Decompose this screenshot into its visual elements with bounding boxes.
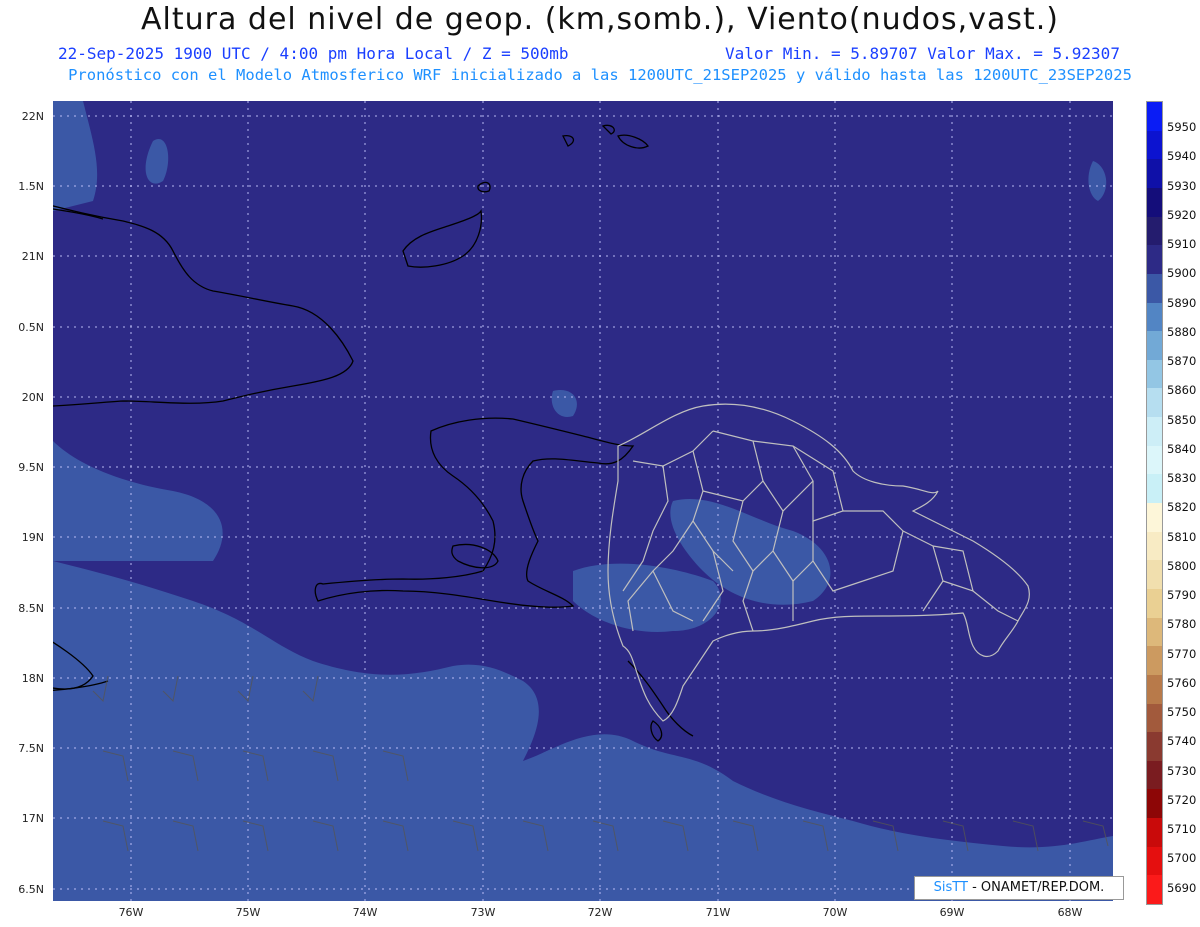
sistt-logo: SisTT <box>933 880 968 895</box>
colorbar-label: 5740 <box>1167 734 1197 749</box>
lon-label: 69W <box>939 906 965 919</box>
credit-box: SisTT - ONAMET/REP.DOM. <box>914 876 1124 900</box>
colorbar-segment <box>1147 159 1162 189</box>
colorbar-label: 5850 <box>1167 412 1197 427</box>
colorbar-segment <box>1147 875 1162 905</box>
lat-label: 8.5N <box>18 602 44 615</box>
chart-title: Altura del nivel de geop. (km,somb.), Vi… <box>141 2 1059 37</box>
colorbar-segment <box>1147 102 1162 132</box>
lat-label: 6.5N <box>18 883 44 896</box>
colorbar-segment <box>1147 445 1162 475</box>
colorbar-label: 5750 <box>1167 705 1197 719</box>
colorbar-label: 5890 <box>1167 295 1197 310</box>
lon-label: 76W <box>118 906 144 919</box>
lon-label: 68W <box>1057 906 1083 919</box>
colorbar-segment <box>1147 216 1162 246</box>
colorbar-segment <box>1147 646 1162 676</box>
colorbar-label: 5920 <box>1167 207 1197 222</box>
colorbar-segment <box>1147 273 1162 303</box>
lat-label: 22N <box>21 110 44 123</box>
colorbar-segment <box>1147 703 1162 733</box>
lon-label: 73W <box>470 906 496 919</box>
colorbar-segment <box>1147 818 1162 848</box>
colorbar-label: 5830 <box>1167 471 1197 485</box>
colorbar-segment <box>1147 130 1162 160</box>
lat-label: 20N <box>21 391 44 404</box>
colorbar-label: 5700 <box>1167 851 1197 866</box>
colorbar-segment <box>1147 503 1162 533</box>
lat-label: 7.5N <box>18 742 44 755</box>
lat-label: 0.5N <box>18 321 44 334</box>
colorbar-segment <box>1147 760 1162 790</box>
lon-label: 71W <box>705 906 731 919</box>
colorbar-label: 5870 <box>1167 354 1197 368</box>
colorbar-label: 5840 <box>1167 441 1197 456</box>
colorbar-segment <box>1147 617 1162 647</box>
map-plot <box>53 101 1113 901</box>
colorbar-segment <box>1147 417 1162 447</box>
lon-label: 72W <box>587 906 613 919</box>
colorbar-label: 5800 <box>1167 558 1197 573</box>
colorbar-segment <box>1147 187 1162 218</box>
colorbar-label: 5720 <box>1167 792 1197 807</box>
lon-label: 74W <box>352 906 378 919</box>
colorbar-label: 5950 <box>1167 120 1197 134</box>
colorbar-label: 5690 <box>1167 880 1197 895</box>
min-max-values-text: Valor Min. = 5.89707 Valor Max. = 5.9230… <box>725 44 1120 63</box>
lat-label: 21N <box>21 250 44 263</box>
lat-label: 17N <box>21 812 44 825</box>
colorbar-label: 5790 <box>1167 588 1197 602</box>
colorbar-label: 5780 <box>1167 617 1197 632</box>
colorbar-label: 5820 <box>1167 500 1197 515</box>
colorbar-label: 5900 <box>1167 266 1197 281</box>
lon-label: 70W <box>822 906 848 919</box>
colorbar-label: 5770 <box>1167 646 1197 661</box>
lat-label: 19N <box>21 531 44 544</box>
colorbar-label: 5940 <box>1167 149 1197 164</box>
colorbar-label: 5710 <box>1167 822 1197 836</box>
colorbar-segment <box>1147 531 1162 561</box>
colorbar-segment <box>1147 846 1162 876</box>
colorbar-segment <box>1147 560 1162 590</box>
colorbar-segment <box>1147 388 1162 418</box>
lon-label: 75W <box>235 906 261 919</box>
colorbar-label: 5730 <box>1167 763 1197 778</box>
lat-label: 9.5N <box>18 461 44 474</box>
colorbar-segment <box>1147 588 1162 619</box>
colorbar-label: 5880 <box>1167 324 1197 339</box>
model-info-text: Pronóstico con el Modelo Atmosferico WRF… <box>68 66 1132 84</box>
colorbar-segment <box>1147 245 1162 275</box>
colorbar-segment <box>1147 331 1162 361</box>
colorbar-label: 5810 <box>1167 529 1197 544</box>
lat-label: 1.5N <box>18 180 44 193</box>
colorbar-segment <box>1147 732 1162 762</box>
colorbar <box>1146 101 1163 905</box>
colorbar-label: 5760 <box>1167 675 1197 690</box>
credit-text: - ONAMET/REP.DOM. <box>967 880 1105 895</box>
colorbar-segment <box>1147 302 1162 332</box>
colorbar-segment <box>1147 359 1162 389</box>
lat-label: 18N <box>21 672 44 685</box>
colorbar-label: 5930 <box>1167 178 1197 193</box>
valid-time-text: 22-Sep-2025 1900 UTC / 4:00 pm Hora Loca… <box>58 44 569 63</box>
colorbar-segment <box>1147 674 1162 704</box>
colorbar-label: 5860 <box>1167 383 1197 398</box>
colorbar-segment <box>1147 789 1162 819</box>
colorbar-segment <box>1147 474 1162 504</box>
colorbar-label: 5910 <box>1167 237 1197 251</box>
